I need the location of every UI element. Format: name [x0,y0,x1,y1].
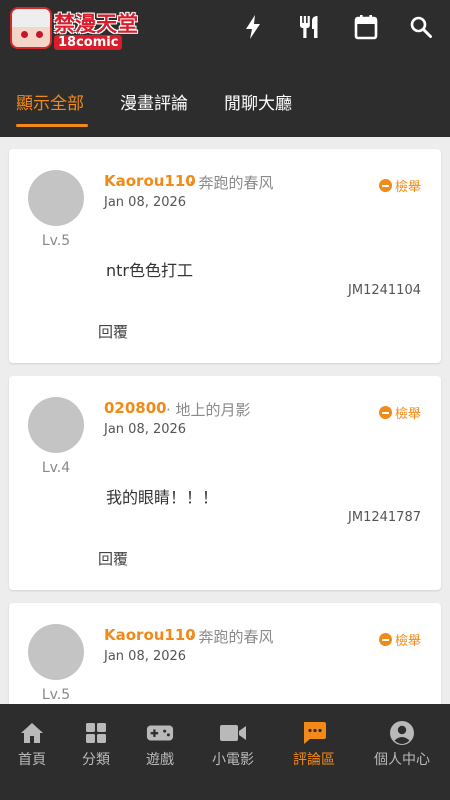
report-button[interactable]: 檢舉 [378,403,421,422]
gamepad-icon [146,719,174,747]
user-title: · 地上的月影 [166,401,251,419]
reply-button[interactable]: 回覆 [98,548,128,569]
report-icon [378,179,392,192]
comic-id-link[interactable]: JM1241104 [348,283,421,298]
report-button[interactable]: 檢舉 [378,176,421,195]
nav-label: 遊戲 [146,752,174,768]
comment-card: Lv.4 020800 · 地上的月影 Jan 08, 2026 檢舉 我的眼睛… [9,376,441,590]
reply-button[interactable]: 回覆 [98,321,128,342]
app-logo[interactable]: 禁漫天堂 18comic [10,7,138,51]
home-icon [18,719,46,747]
video-icon [219,719,247,747]
logo-subtitle: 18comic [54,35,123,50]
comment-tabs: 顯示全部 漫畫評論 閒聊大廳 [0,57,450,137]
nav-label: 首頁 [18,752,46,768]
user-title: · 奔跑的春风 [189,628,274,646]
bottom-navigation: 首頁 分類 遊戲 小電影 評論區 個人中心 [0,704,450,800]
comment-date: Jan 08, 2026 [104,649,187,664]
user-level: Lv.5 [41,687,71,703]
flash-icon[interactable] [238,12,268,42]
username[interactable]: Kaorou110 [104,172,196,190]
comment-text: ntr色色打工 [106,261,193,280]
profile-icon [388,719,416,747]
report-icon [378,406,392,419]
comment-text: 我的眼睛！！！ [106,488,219,507]
nav-label: 小電影 [212,752,254,768]
avatar[interactable] [28,170,84,226]
nav-item-games[interactable]: 遊戲 [128,704,192,800]
comment-date: Jan 08, 2026 [104,195,187,210]
report-label: 檢舉 [394,407,421,422]
grid-icon [82,719,110,747]
comment-icon [300,719,328,747]
comment-card: Lv.5 Kaorou110 · 奔跑的春风 Jan 08, 2026 檢舉 n… [9,149,441,363]
comic-id-link[interactable]: JM1241787 [348,510,421,525]
user-level: Lv.4 [41,460,71,476]
nav-label: 個人中心 [374,752,430,768]
restaurant-icon[interactable] [295,12,325,42]
calendar-icon[interactable] [351,12,381,42]
nav-item-profile[interactable]: 個人中心 [354,704,450,800]
user-level: Lv.5 [41,233,71,249]
nav-item-videos[interactable]: 小電影 [192,704,274,800]
nav-item-categories[interactable]: 分類 [64,704,128,800]
username[interactable]: 020800 [104,399,167,417]
nav-item-home[interactable]: 首頁 [0,704,64,800]
report-icon [378,633,392,646]
top-app-bar: 禁漫天堂 18comic [0,0,450,57]
logo-mascot [10,7,52,49]
report-button[interactable]: 檢舉 [378,630,421,649]
nav-label: 評論區 [293,752,335,768]
logo-title: 禁漫天堂 [54,12,138,36]
tab-chat-hall[interactable]: 閒聊大廳 [224,89,292,114]
search-icon[interactable] [406,12,436,42]
nav-label: 分類 [82,752,110,768]
avatar[interactable] [28,624,84,680]
avatar[interactable] [28,397,84,453]
user-title: · 奔跑的春风 [189,174,274,192]
nav-item-comments[interactable]: 評論區 [274,704,354,800]
tab-comic-reviews[interactable]: 漫畫評論 [120,89,188,114]
report-label: 檢舉 [394,634,421,649]
username[interactable]: Kaorou110 [104,626,196,644]
active-tab-indicator [16,124,88,127]
report-label: 檢舉 [394,180,421,195]
tab-show-all[interactable]: 顯示全部 [16,89,84,114]
comment-date: Jan 08, 2026 [104,422,187,437]
